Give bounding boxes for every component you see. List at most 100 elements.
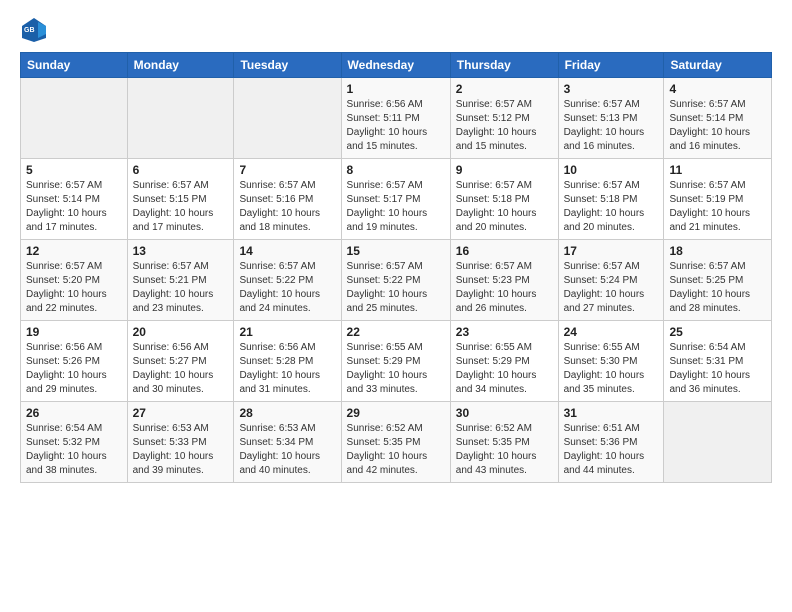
day-info: Sunrise: 6:52 AM Sunset: 5:35 PM Dayligh… [347,422,445,478]
day-cell: 23Sunrise: 6:55 AM Sunset: 5:29 PM Dayli… [450,321,558,402]
day-cell: 26 Sunrise: 6:54 AM Sunset: 5:32 PM Dayli… [21,402,128,483]
day-info: Sunrise: 6:54 AM Sunset: 5:31 PM Dayligh… [669,341,766,397]
day-cell [21,78,128,159]
day-number: 11 [669,163,766,177]
day-number: 5 [26,163,122,177]
day-number: 27 [133,406,229,420]
day-info: Sunrise: 6:57 AM Sunset: 5:17 PM Dayligh… [347,179,445,235]
day-number: 17 [564,244,659,258]
day-number: 28 [239,406,335,420]
day-cell: 2 Sunrise: 6:57 AM Sunset: 5:12 PM Daylig… [450,78,558,159]
day-info: Sunrise: 6:57 AM Sunset: 5:14 PM Dayligh… [669,98,766,154]
day-number: 31 [564,406,659,420]
day-cell: 18Sunrise: 6:57 AM Sunset: 5:25 PM Dayli… [664,240,772,321]
weekday-header-monday: Monday [127,53,234,78]
day-number: 13 [133,244,229,258]
day-cell: 25 Sunrise: 6:54 AM Sunset: 5:31 PM Dayli… [664,321,772,402]
header: GB [20,16,772,44]
day-cell: 22 Sunrise: 6:55 AM Sunset: 5:29 PM Dayli… [341,321,450,402]
day-info: Sunrise: 6:56 AM Sunset: 5:26 PM Dayligh… [26,341,122,397]
day-info: Sunrise: 6:57 AM Sunset: 5:14 PM Dayligh… [26,179,122,235]
day-number: 19 [26,325,122,339]
day-info: Sunrise: 6:57 AM Sunset: 5:20 PM Dayligh… [26,260,122,316]
weekday-header-thursday: Thursday [450,53,558,78]
page: GB SundayMondayTuesdayWednesdayThursdayF… [0,0,792,612]
day-number: 15 [347,244,445,258]
day-info: Sunrise: 6:57 AM Sunset: 5:16 PM Dayligh… [239,179,335,235]
day-info: Sunrise: 6:57 AM Sunset: 5:18 PM Dayligh… [456,179,553,235]
weekday-header-friday: Friday [558,53,664,78]
calendar-table: SundayMondayTuesdayWednesdayThursdayFrid… [20,52,772,483]
day-number: 22 [347,325,445,339]
day-cell: 5 Sunrise: 6:57 AM Sunset: 5:14 PM Daylig… [21,159,128,240]
day-number: 30 [456,406,553,420]
day-cell: 19 Sunrise: 6:56 AM Sunset: 5:26 PM Dayli… [21,321,128,402]
day-info: Sunrise: 6:56 AM Sunset: 5:27 PM Dayligh… [133,341,229,397]
day-info: Sunrise: 6:57 AM Sunset: 5:22 PM Dayligh… [239,260,335,316]
day-number: 24 [564,325,659,339]
day-cell: 17Sunrise: 6:57 AM Sunset: 5:24 PM Dayli… [558,240,664,321]
day-number: 10 [564,163,659,177]
day-info: Sunrise: 6:57 AM Sunset: 5:15 PM Dayligh… [133,179,229,235]
day-info: Sunrise: 6:55 AM Sunset: 5:29 PM Dayligh… [347,341,445,397]
day-cell [234,78,341,159]
day-cell: 16Sunrise: 6:57 AM Sunset: 5:23 PM Dayli… [450,240,558,321]
day-cell: 3 Sunrise: 6:57 AM Sunset: 5:13 PM Daylig… [558,78,664,159]
day-cell: 1 Sunrise: 6:56 AM Sunset: 5:11 PM Daylig… [341,78,450,159]
day-cell: 13 Sunrise: 6:57 AM Sunset: 5:21 PM Dayli… [127,240,234,321]
day-info: Sunrise: 6:57 AM Sunset: 5:22 PM Dayligh… [347,260,445,316]
week-row-1: 1 Sunrise: 6:56 AM Sunset: 5:11 PM Daylig… [21,78,772,159]
day-number: 2 [456,82,553,96]
day-number: 6 [133,163,229,177]
day-cell: 11 Sunrise: 6:57 AM Sunset: 5:19 PM Dayli… [664,159,772,240]
logo: GB [20,16,52,44]
day-cell: 24Sunrise: 6:55 AM Sunset: 5:30 PM Dayli… [558,321,664,402]
weekday-header-saturday: Saturday [664,53,772,78]
day-cell [664,402,772,483]
day-number: 7 [239,163,335,177]
day-number: 18 [669,244,766,258]
day-cell: 30Sunrise: 6:52 AM Sunset: 5:35 PM Dayli… [450,402,558,483]
day-number: 3 [564,82,659,96]
day-number: 20 [133,325,229,339]
day-cell: 8Sunrise: 6:57 AM Sunset: 5:17 PM Daylig… [341,159,450,240]
day-info: Sunrise: 6:57 AM Sunset: 5:13 PM Dayligh… [564,98,659,154]
day-cell: 10 Sunrise: 6:57 AM Sunset: 5:18 PM Dayli… [558,159,664,240]
day-info: Sunrise: 6:57 AM Sunset: 5:23 PM Dayligh… [456,260,553,316]
week-row-3: 12 Sunrise: 6:57 AM Sunset: 5:20 PM Dayli… [21,240,772,321]
day-number: 25 [669,325,766,339]
day-cell: 28Sunrise: 6:53 AM Sunset: 5:34 PM Dayli… [234,402,341,483]
day-cell [127,78,234,159]
weekday-header-wednesday: Wednesday [341,53,450,78]
day-number: 14 [239,244,335,258]
day-cell: 21 Sunrise: 6:56 AM Sunset: 5:28 PM Dayli… [234,321,341,402]
day-cell: 14 Sunrise: 6:57 AM Sunset: 5:22 PM Dayli… [234,240,341,321]
day-cell: 31Sunrise: 6:51 AM Sunset: 5:36 PM Dayli… [558,402,664,483]
day-number: 12 [26,244,122,258]
day-cell: 12 Sunrise: 6:57 AM Sunset: 5:20 PM Dayli… [21,240,128,321]
day-number: 4 [669,82,766,96]
day-info: Sunrise: 6:57 AM Sunset: 5:21 PM Dayligh… [133,260,229,316]
day-info: Sunrise: 6:56 AM Sunset: 5:28 PM Dayligh… [239,341,335,397]
day-info: Sunrise: 6:54 AM Sunset: 5:32 PM Dayligh… [26,422,122,478]
day-cell: 15 Sunrise: 6:57 AM Sunset: 5:22 PM Dayli… [341,240,450,321]
day-info: Sunrise: 6:56 AM Sunset: 5:11 PM Dayligh… [347,98,445,154]
day-cell: 29 Sunrise: 6:52 AM Sunset: 5:35 PM Dayli… [341,402,450,483]
day-info: Sunrise: 6:53 AM Sunset: 5:33 PM Dayligh… [133,422,229,478]
day-number: 26 [26,406,122,420]
day-info: Sunrise: 6:57 AM Sunset: 5:12 PM Dayligh… [456,98,553,154]
svg-text:GB: GB [24,27,35,34]
day-number: 23 [456,325,553,339]
day-number: 1 [347,82,445,96]
day-cell: 9Sunrise: 6:57 AM Sunset: 5:18 PM Daylig… [450,159,558,240]
day-cell: 20 Sunrise: 6:56 AM Sunset: 5:27 PM Dayli… [127,321,234,402]
week-row-4: 19 Sunrise: 6:56 AM Sunset: 5:26 PM Dayli… [21,321,772,402]
day-info: Sunrise: 6:57 AM Sunset: 5:19 PM Dayligh… [669,179,766,235]
day-number: 29 [347,406,445,420]
day-info: Sunrise: 6:57 AM Sunset: 5:18 PM Dayligh… [564,179,659,235]
weekday-header-tuesday: Tuesday [234,53,341,78]
week-row-5: 26 Sunrise: 6:54 AM Sunset: 5:32 PM Dayli… [21,402,772,483]
day-cell: 6 Sunrise: 6:57 AM Sunset: 5:15 PM Daylig… [127,159,234,240]
day-number: 21 [239,325,335,339]
weekday-header-row: SundayMondayTuesdayWednesdayThursdayFrid… [21,53,772,78]
